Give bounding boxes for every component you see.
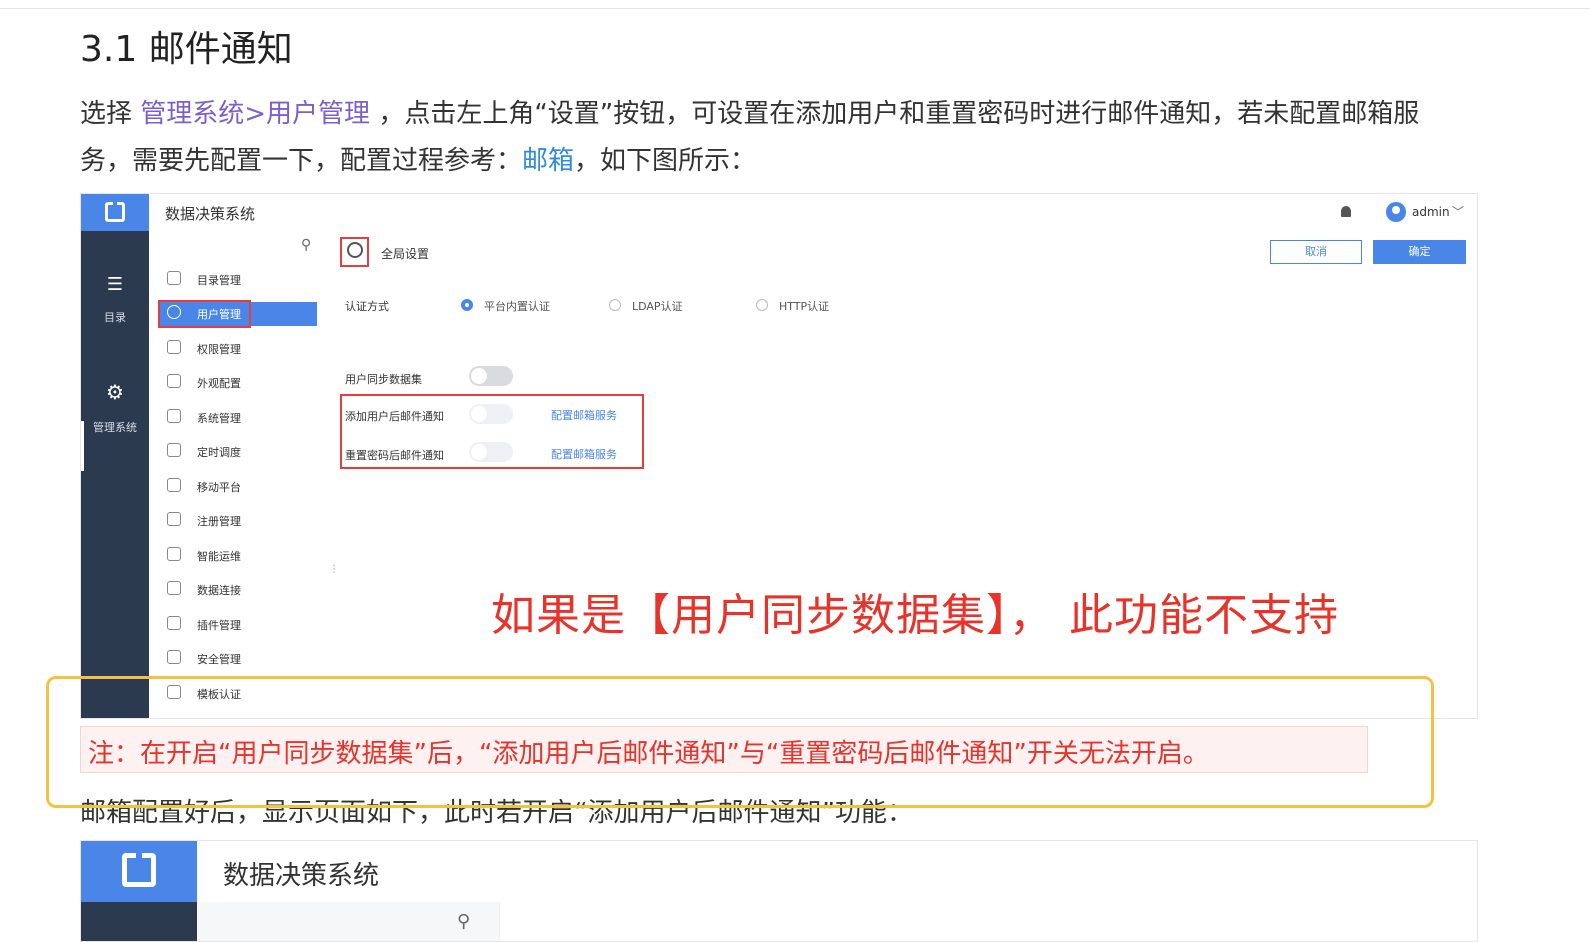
- settings-panel: 认证方式 平台内置认证 LDAP认证 HTTP认证 用户同步数据集 添加用户后邮…: [335, 274, 1477, 718]
- app-title: 数据决策系统: [165, 205, 256, 223]
- option-ldap-label[interactable]: LDAP认证: [632, 298, 683, 314]
- para2-prefix: 务，需要先配置一下，配置过程参考：: [80, 146, 523, 176]
- menu-label: 外观配置: [197, 377, 241, 390]
- menu-item-security[interactable]: 安全管理: [159, 647, 317, 671]
- sync-dataset-label: 用户同步数据集: [345, 373, 422, 386]
- menu-item-ops[interactable]: 智能运维: [159, 544, 317, 568]
- menu-item-schedule[interactable]: 定时调度: [159, 440, 317, 464]
- section-title: 3.1 邮件通知: [80, 29, 293, 70]
- primary-sidebar-2: [81, 902, 197, 941]
- menu-label: 权限管理: [197, 343, 241, 356]
- menu-item-appearance[interactable]: 外观配置: [159, 371, 317, 395]
- nav-manage-label[interactable]: 管理系统: [81, 419, 149, 435]
- annotation-text: 如果是【用户同步数据集】， 此功能不支持: [491, 590, 1339, 641]
- user-name[interactable]: admin: [1412, 205, 1450, 219]
- para1-suffix: ，点击左上角“设置”按钮，可设置在添加用户和重置密码时进行邮件通知，若未配置邮箱…: [370, 99, 1420, 129]
- puzzle-icon: [167, 616, 181, 630]
- menu-item-data-connection[interactable]: 数据连接: [159, 578, 317, 602]
- confirm-button[interactable]: 确定: [1373, 240, 1466, 264]
- menu-label: 系统管理: [197, 412, 241, 425]
- radio-builtin[interactable]: [461, 299, 473, 311]
- cancel-button[interactable]: 取消: [1270, 240, 1362, 264]
- menu-label: 目录管理: [197, 274, 241, 287]
- avatar[interactable]: [1386, 202, 1406, 222]
- clock-icon: [167, 443, 181, 457]
- para1-prefix: 选择: [80, 99, 141, 129]
- link-icon: [167, 581, 181, 595]
- app-logo-2: [81, 841, 197, 902]
- highlight-user-menu: [158, 300, 251, 328]
- pin-icon[interactable]: ⚲: [301, 237, 311, 253]
- settings-icon: [167, 409, 181, 423]
- manage-user-link[interactable]: 管理系统>用户管理: [140, 99, 370, 129]
- logo-icon: [122, 853, 156, 887]
- secondary-menu-2: [197, 902, 499, 941]
- screenshot-global-settings: 数据决策系统 admin ﹀ ☰ 目录 ⚙ 管理系统 ⚲ 目录管理 用户管理 权…: [80, 193, 1478, 719]
- header-title: 全局设置: [381, 247, 430, 261]
- content-area-2: [499, 902, 1477, 941]
- logo-icon: [105, 202, 125, 222]
- option-http-label[interactable]: HTTP认证: [779, 298, 829, 314]
- menu-label: 注册管理: [197, 515, 241, 528]
- menu-label: 安全管理: [197, 653, 241, 666]
- sync-dataset-toggle[interactable]: [469, 366, 513, 386]
- radio-http[interactable]: [756, 299, 768, 311]
- register-icon: [167, 512, 181, 526]
- menu-item-permission[interactable]: 权限管理: [159, 337, 317, 361]
- ops-icon: [167, 547, 181, 561]
- paragraph-2: 务，需要先配置一下，配置过程参考：邮箱，如下图所示：: [80, 137, 1520, 185]
- menu-label: 移动平台: [197, 481, 241, 494]
- auth-method-label: 认证方式: [345, 300, 389, 313]
- menu-label: 数据连接: [197, 584, 241, 597]
- top-divider: [0, 8, 1590, 9]
- para2-suffix: ，如下图所示：: [574, 146, 757, 176]
- pin-icon[interactable]: ⚲: [457, 911, 470, 932]
- menu-label: 定时调度: [197, 446, 241, 459]
- list-icon[interactable]: ☰: [105, 275, 125, 295]
- mailbox-link[interactable]: 邮箱: [522, 146, 574, 176]
- mobile-icon: [167, 478, 181, 492]
- paragraph-1: 选择 管理系统>用户管理 ，点击左上角“设置”按钮，可设置在添加用户和重置密码时…: [80, 90, 1520, 138]
- menu-label: 智能运维: [197, 550, 241, 563]
- gear-icon[interactable]: ⚙: [105, 382, 125, 402]
- paint-roller-icon: [167, 374, 181, 388]
- option-builtin-label[interactable]: 平台内置认证: [484, 298, 550, 314]
- menu-item-system[interactable]: 系统管理: [159, 406, 317, 430]
- resize-handle[interactable]: ⋮: [329, 564, 339, 575]
- lock-icon: [167, 340, 181, 354]
- screenshot-mail-configured: 数据决策系统 ⚲: [80, 840, 1478, 942]
- menu-label: 插件管理: [197, 619, 241, 632]
- menu-item-register[interactable]: 注册管理: [159, 509, 317, 533]
- shield-icon: [167, 650, 181, 664]
- bell-icon[interactable]: [1341, 206, 1351, 217]
- nav-catalog-label[interactable]: 目录: [81, 309, 149, 325]
- highlight-note: [46, 676, 1434, 808]
- top-bar: 数据决策系统 admin ﹀: [149, 194, 1477, 232]
- primary-sidebar: ☰ 目录 ⚙ 管理系统: [81, 231, 149, 718]
- menu-item-catalog[interactable]: 目录管理: [159, 268, 317, 292]
- chevron-down-icon[interactable]: ﹀: [1452, 203, 1464, 220]
- highlight-mail-settings: [340, 394, 644, 469]
- app-logo: [81, 194, 149, 231]
- catalog-icon: [167, 271, 181, 285]
- radio-ldap[interactable]: [609, 299, 621, 311]
- menu-item-plugin[interactable]: 插件管理: [159, 613, 317, 637]
- highlight-gear: [340, 237, 369, 267]
- app-title-2: 数据决策系统: [223, 861, 380, 891]
- menu-item-mobile[interactable]: 移动平台: [159, 475, 317, 499]
